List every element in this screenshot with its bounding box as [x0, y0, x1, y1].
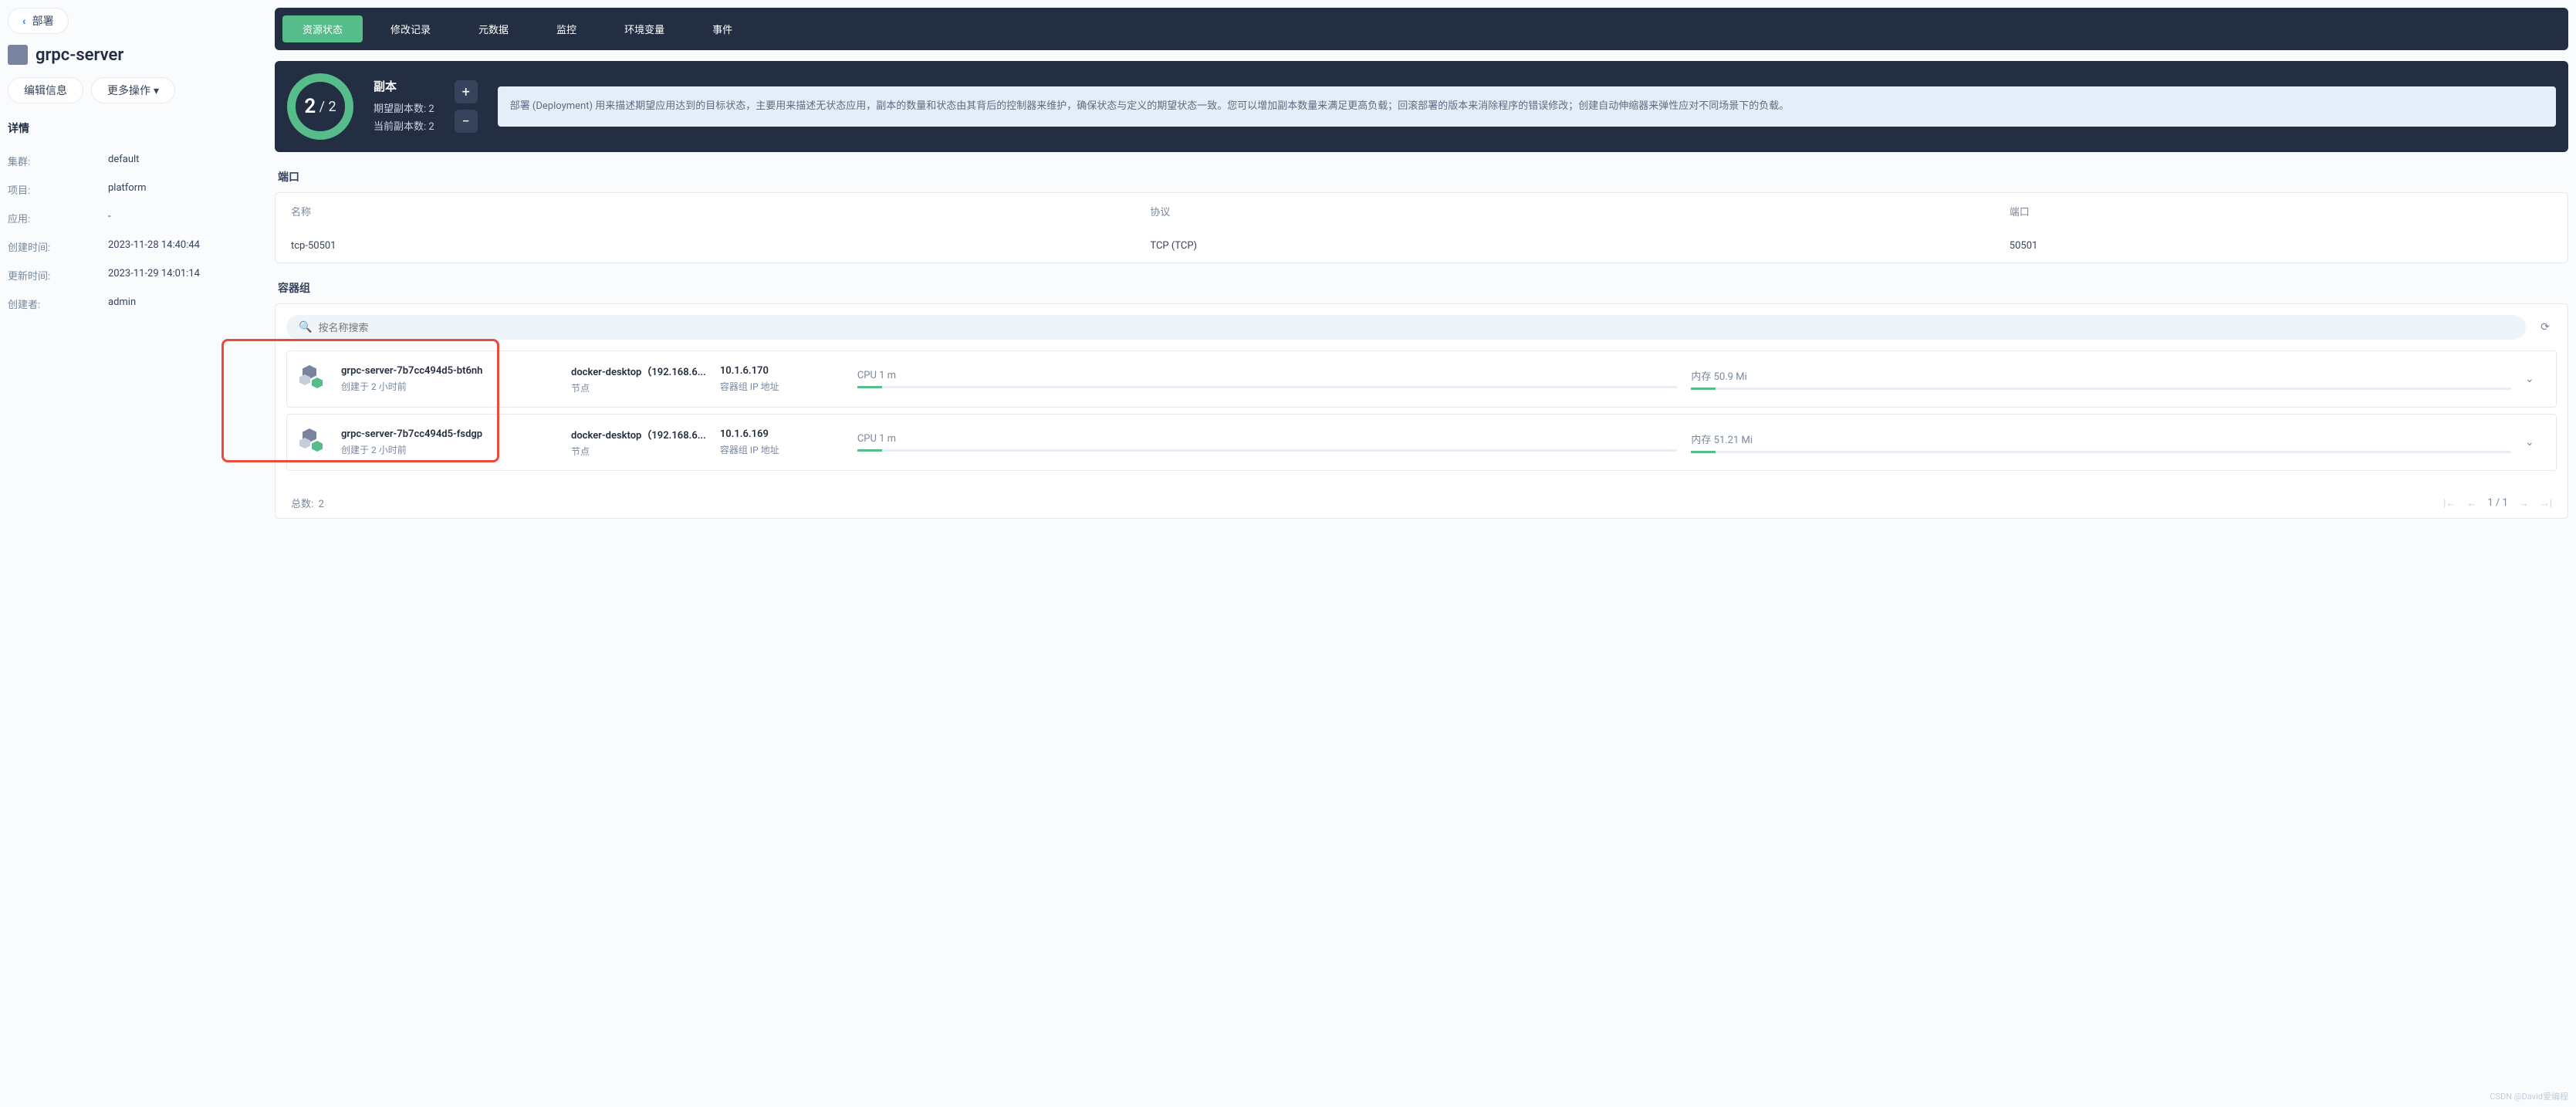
pods-heading: 容器组	[278, 280, 2568, 296]
more-actions-button[interactable]: 更多操作 ▾	[91, 77, 175, 103]
pod-ip-label: 容器组 IP 地址	[720, 443, 843, 456]
page-first-icon[interactable]: |←	[2443, 497, 2456, 509]
page-indicator: 1 / 1	[2487, 497, 2507, 509]
replica-ring: 2 / 2	[287, 73, 353, 140]
chevron-down-icon[interactable]: ⌄	[2525, 373, 2544, 385]
back-button[interactable]: ‹ 部署	[8, 8, 69, 34]
chevron-down-icon[interactable]: ⌄	[2525, 436, 2544, 449]
more-actions-label: 更多操作	[107, 83, 150, 98]
ports-table: 名称 协议 端口 tcp-50501 TCP (TCP) 50501	[275, 192, 2568, 263]
pod-icon	[299, 365, 327, 393]
ports-col-port: 端口	[2010, 204, 2552, 218]
detail-value: -	[108, 211, 111, 225]
detail-value: default	[108, 154, 139, 168]
total-label: 总数:	[291, 499, 313, 510]
tab-revision-history[interactable]: 修改记录	[370, 15, 451, 42]
replica-minus-button[interactable]: −	[455, 110, 478, 133]
pod-node-label: 节点	[571, 381, 706, 394]
detail-value: 2023-11-28 14:40:44	[108, 239, 200, 254]
pod-created: 创建于 2 小时前	[341, 443, 557, 456]
pods-card: 🔍 ⟳ grpc-server-7b7cc494d5-bt6nh 创建于 2 小…	[275, 303, 2568, 519]
deployment-description: 部署 (Deployment) 用来描述期望应用达到的目标状态，主要用来描述无状…	[498, 86, 2556, 126]
pod-mem: 内存 50.9 Mi	[1691, 368, 2511, 383]
replica-current: 2	[304, 95, 316, 118]
detail-label: 应用:	[8, 211, 108, 225]
table-footer: 总数: 2 |← ← 1 / 1 → →|	[276, 488, 2568, 518]
pod-ip: 10.1.6.169	[720, 428, 843, 440]
total-count: 2	[319, 499, 324, 510]
pod-cpu: CPU 1 m	[857, 433, 1678, 445]
pod-icon	[299, 428, 327, 456]
detail-label: 集群:	[8, 154, 108, 168]
search-icon: 🔍	[299, 321, 312, 333]
detail-value: admin	[108, 296, 136, 311]
pod-node: docker-desktop（192.168.6...	[571, 427, 706, 442]
page-prev-icon[interactable]: ←	[2466, 497, 2476, 509]
ports-heading: 端口	[278, 169, 2568, 184]
caret-down-icon: ▾	[154, 84, 159, 97]
ports-col-protocol: 协议	[1150, 204, 2009, 218]
tab-env-vars[interactable]: 环境变量	[604, 15, 685, 42]
port-name: tcp-50501	[291, 240, 1150, 252]
replica-desired-label: 期望副本数: 2	[374, 100, 434, 115]
replica-plus-button[interactable]: +	[455, 80, 478, 103]
detail-label: 创建者:	[8, 296, 108, 311]
tab-resource-status[interactable]: 资源状态	[282, 15, 363, 42]
page-title: grpc-server	[35, 46, 123, 65]
pod-ip: 10.1.6.170	[720, 365, 843, 377]
detail-value: 2023-11-29 14:01:14	[108, 268, 200, 283]
pod-node-label: 节点	[571, 445, 706, 458]
chevron-left-icon: ‹	[22, 15, 26, 27]
port-value: 50501	[2010, 240, 2552, 252]
refresh-button[interactable]: ⟳	[2534, 316, 2557, 339]
mem-bar	[1691, 451, 2511, 453]
deployment-icon	[8, 45, 28, 65]
detail-value: platform	[108, 182, 147, 197]
page-next-icon[interactable]: →	[2519, 497, 2529, 509]
ports-col-name: 名称	[291, 204, 1150, 218]
back-label: 部署	[32, 13, 54, 29]
pod-name: grpc-server-7b7cc494d5-fsdgp	[341, 428, 557, 440]
pod-ip-label: 容器组 IP 地址	[720, 380, 843, 393]
detail-label: 更新时间:	[8, 268, 108, 283]
pod-cpu: CPU 1 m	[857, 370, 1678, 381]
cpu-bar	[857, 449, 1678, 452]
cpu-bar	[857, 386, 1678, 388]
tab-bar: 资源状态 修改记录 元数据 监控 环境变量 事件	[275, 8, 2568, 50]
table-row: tcp-50501 TCP (TCP) 50501	[276, 229, 2568, 262]
replica-current-label: 当前副本数: 2	[374, 118, 434, 133]
detail-label: 项目:	[8, 182, 108, 197]
port-protocol: TCP (TCP)	[1150, 240, 2009, 252]
pod-created: 创建于 2 小时前	[341, 380, 557, 393]
tab-monitoring[interactable]: 监控	[536, 15, 597, 42]
mem-bar	[1691, 388, 2511, 390]
replica-card: 2 / 2 副本 期望副本数: 2 当前副本数: 2 + − 部署 (Deplo…	[275, 61, 2568, 152]
pod-row[interactable]: grpc-server-7b7cc494d5-fsdgp 创建于 2 小时前 d…	[286, 414, 2557, 471]
replica-title: 副本	[374, 78, 434, 94]
watermark: CSDN @David爱编程	[2490, 1090, 2568, 1102]
tab-metadata[interactable]: 元数据	[458, 15, 529, 42]
pod-mem: 内存 51.21 Mi	[1691, 432, 2511, 446]
page-title-block: grpc-server	[8, 45, 262, 65]
pod-name: grpc-server-7b7cc494d5-bt6nh	[341, 365, 557, 377]
tab-events[interactable]: 事件	[692, 15, 752, 42]
search-input[interactable]	[318, 322, 2513, 333]
edit-info-button[interactable]: 编辑信息	[8, 77, 83, 103]
pod-row[interactable]: grpc-server-7b7cc494d5-bt6nh 创建于 2 小时前 d…	[286, 350, 2557, 408]
pod-node: docker-desktop（192.168.6...	[571, 364, 706, 378]
search-box[interactable]: 🔍	[286, 315, 2526, 340]
detail-label: 创建时间:	[8, 239, 108, 254]
details-heading: 详情	[8, 120, 262, 136]
replica-desired: 2	[329, 99, 336, 115]
page-last-icon[interactable]: →|	[2540, 497, 2552, 509]
